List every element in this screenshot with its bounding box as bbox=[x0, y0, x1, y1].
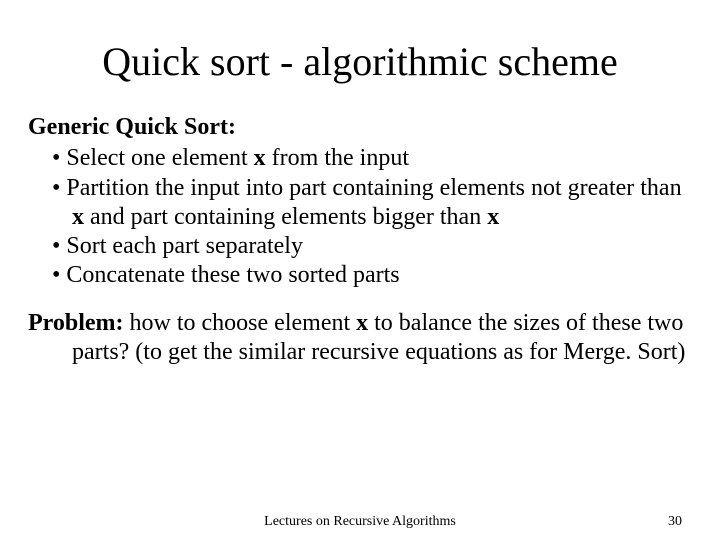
text: how to choose element bbox=[124, 310, 357, 336]
page-number: 30 bbox=[668, 514, 682, 530]
bullet-list: Select one element x from the input Part… bbox=[28, 144, 692, 290]
subheading: Generic Quick Sort: bbox=[28, 113, 692, 142]
slide-body: Generic Quick Sort: Select one element x… bbox=[28, 113, 692, 367]
variable-x: x bbox=[72, 204, 84, 230]
list-item: Concatenate these two sorted parts bbox=[28, 261, 692, 290]
slide-title: Quick sort - algorithmic scheme bbox=[28, 38, 692, 85]
problem-label: Problem: bbox=[28, 310, 124, 336]
list-item: Partition the input into part containing… bbox=[28, 174, 692, 233]
slide: Quick sort - algorithmic scheme Generic … bbox=[0, 0, 720, 540]
text: Partition the input into part containing… bbox=[66, 175, 681, 201]
variable-x: x bbox=[487, 204, 499, 230]
list-item: Sort each part separately bbox=[28, 232, 692, 261]
footer-center-text: Lectures on Recursive Algorithms bbox=[0, 514, 720, 530]
text: Select one element bbox=[66, 145, 253, 171]
text: from the input bbox=[266, 145, 409, 171]
list-item: Select one element x from the input bbox=[28, 144, 692, 173]
variable-x: x bbox=[356, 310, 368, 336]
problem-paragraph: Problem: how to choose element x to bala… bbox=[28, 309, 692, 368]
variable-x: x bbox=[254, 145, 266, 171]
text: and part containing elements bigger than bbox=[84, 204, 487, 230]
